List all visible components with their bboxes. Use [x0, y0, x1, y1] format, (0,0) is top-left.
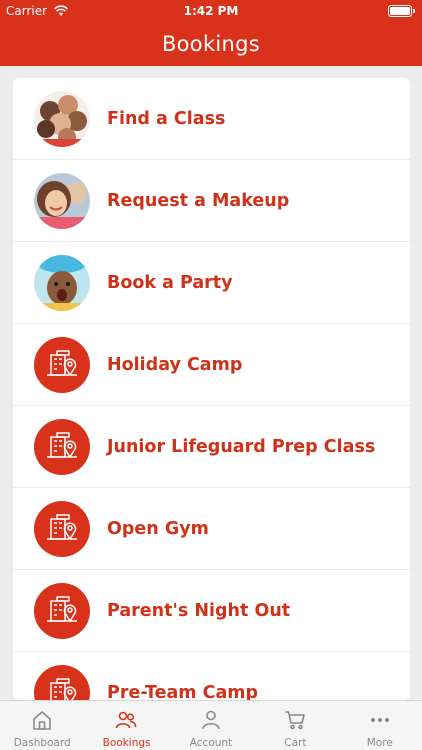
menu-item-pre-team-camp[interactable]: Pre-Team Camp	[13, 652, 410, 700]
building-location-icon	[34, 501, 90, 557]
menu-item-label: Parent's Night Out	[107, 601, 291, 621]
tab-bookings[interactable]: Bookings	[84, 701, 168, 750]
battery-icon	[388, 5, 415, 17]
status-bar: Carrier 1:42 PM	[0, 0, 422, 22]
building-location-icon	[34, 583, 90, 639]
tab-cart[interactable]: Cart	[253, 701, 337, 750]
tab-more[interactable]: More	[338, 701, 422, 750]
menu-item-junior-lifeguard-prep-class[interactable]: Junior Lifeguard Prep Class	[13, 406, 410, 488]
tab-label: Account	[189, 737, 233, 749]
menu-item-parents-night-out[interactable]: Parent's Night Out	[13, 570, 410, 652]
people-icon	[116, 711, 137, 729]
menu-item-label: Junior Lifeguard Prep Class	[107, 437, 376, 457]
tab-label: Bookings	[102, 737, 151, 749]
tab-label: Dashboard	[13, 737, 71, 749]
person-icon	[201, 710, 220, 730]
bookings-menu: Find a Class Request a Makeup Book a Par…	[13, 78, 410, 700]
clock: 1:42 PM	[183, 4, 239, 18]
building-location-icon	[34, 419, 90, 475]
menu-item-label: Holiday Camp	[107, 355, 243, 375]
tab-bar: Dashboard Bookings Account Cart More	[0, 700, 422, 750]
tab-label: More	[366, 737, 393, 749]
building-location-icon	[34, 337, 90, 393]
tab-dashboard[interactable]: Dashboard	[0, 701, 84, 750]
menu-item-label: Request a Makeup	[107, 191, 290, 211]
more-dots-icon	[370, 718, 389, 722]
menu-item-find-a-class[interactable]: Find a Class	[13, 78, 410, 160]
menu-item-holiday-camp[interactable]: Holiday Camp	[13, 324, 410, 406]
page-title: Bookings	[161, 32, 261, 56]
menu-item-label: Book a Party	[107, 273, 233, 293]
smiling-girl-photo	[34, 173, 90, 229]
menu-item-label: Pre-Team Camp	[107, 683, 259, 700]
tab-account[interactable]: Account	[169, 701, 253, 750]
menu-item-request-a-makeup[interactable]: Request a Makeup	[13, 160, 410, 242]
menu-item-label: Open Gym	[107, 519, 209, 539]
building-location-icon	[34, 665, 90, 700]
cart-icon	[285, 711, 305, 730]
group-of-kids-photo	[34, 91, 90, 147]
menu-item-book-a-party[interactable]: Book a Party	[13, 242, 410, 324]
nav-bar: Bookings	[0, 22, 422, 66]
menu-item-label: Find a Class	[107, 109, 226, 129]
excited-child-photo	[34, 255, 90, 311]
tab-label: Cart	[284, 737, 307, 749]
menu-item-open-gym[interactable]: Open Gym	[13, 488, 410, 570]
home-icon	[33, 711, 51, 730]
